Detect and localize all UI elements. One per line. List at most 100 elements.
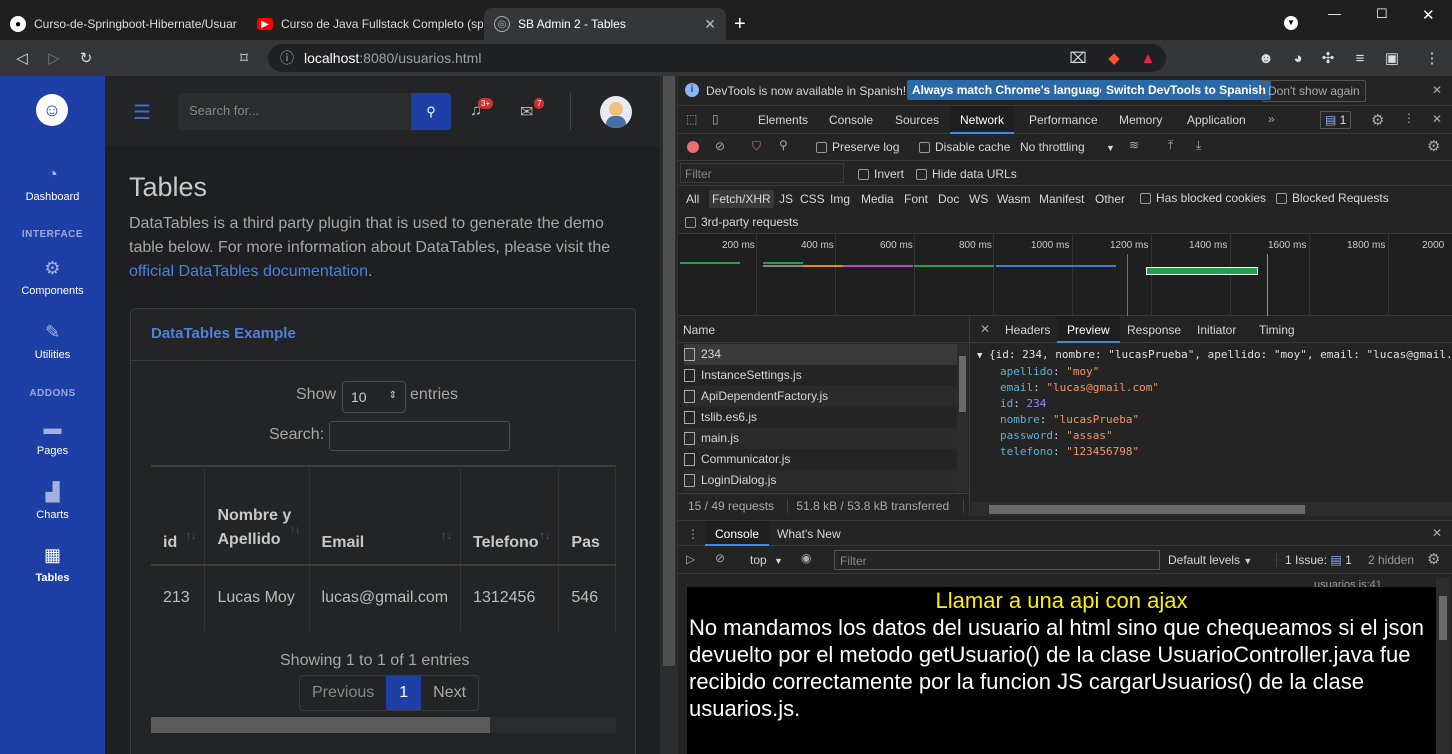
puzzle-icon[interactable]: ✣ [1316,46,1340,70]
brand-logo-icon[interactable]: ☺ [36,94,68,126]
has-blocked-cookies-checkbox[interactable]: Has blocked cookies [1140,191,1266,205]
filter-font[interactable]: Font [901,190,931,208]
request-row[interactable]: tslib.es6.js [684,407,960,428]
address-bar[interactable]: ⓘ localhost:8080/usuarios.html [268,44,1166,72]
drawer-menu-icon[interactable]: ⋮ [687,527,699,541]
always-match-language-button[interactable]: Always match Chrome's language [907,80,1112,100]
tab-timing[interactable]: Timing [1249,316,1305,343]
tab-response[interactable]: Response [1117,316,1191,343]
request-row[interactable]: LoginDialog.js [684,470,960,491]
profile-extension-icon[interactable]: ◕ [1286,46,1310,70]
scrollbar-thumb[interactable] [151,717,490,733]
default-levels-select[interactable]: Default levels ▼ [1168,553,1252,567]
browser-tab-github[interactable]: ● Curso-de-Springboot-Hibernate/Usuar [0,8,243,40]
tab-memory[interactable]: Memory [1109,106,1172,134]
preview-horizontal-scrollbar[interactable] [971,502,1452,516]
sidebar-item-utilities[interactable]: ✎ Utilities [0,322,105,361]
search-button[interactable]: ⚲ [411,93,451,130]
translate-icon[interactable]: ⌧ [1066,46,1090,70]
tab-performance[interactable]: Performance [1019,106,1108,134]
tab-application[interactable]: Application [1177,106,1256,134]
browser-tab-active[interactable]: ◎ SB Admin 2 - Tables ✕ [484,8,726,40]
network-settings-icon[interactable]: ⚙ [1427,137,1440,155]
minimize-button[interactable]: — [1328,6,1341,21]
table-search-input[interactable] [329,421,510,451]
previous-button[interactable]: Previous [300,676,386,710]
back-icon[interactable]: ◁ [10,46,34,70]
media-icon[interactable]: ≡ [1348,46,1372,70]
user-avatar[interactable] [600,96,632,128]
filter-all[interactable]: All [683,190,702,208]
inspect-element-icon[interactable]: ⬚ [686,112,697,126]
sidebar-toggle-icon[interactable]: ☰ [133,100,151,125]
tab-sources[interactable]: Sources [885,106,949,134]
more-options-icon[interactable]: ⋮ [1403,111,1415,125]
clear-icon[interactable]: ⊘ [715,139,725,153]
hide-data-urls-checkbox[interactable]: Hide data URLs [916,167,1017,181]
filter-other[interactable]: Other [1092,190,1128,208]
filter-js[interactable]: JS [776,190,796,208]
issues-counter[interactable]: ▤ 1 [1320,111,1352,129]
sidebar-item-charts[interactable]: ▟ Charts [0,482,105,521]
column-header-telefono[interactable]: Telefono ↑↓ [460,467,560,566]
request-row[interactable]: Communicator.js [684,449,960,470]
next-button[interactable]: Next [421,676,478,710]
maximize-button[interactable]: ☐ [1376,6,1388,22]
import-har-icon[interactable]: ⤒ [1168,138,1173,153]
filter-media[interactable]: Media [858,190,897,208]
request-row[interactable]: InstanceSettings.js [684,365,960,386]
datatables-docs-link[interactable]: official DataTables documentation [129,263,368,280]
filter-wasm[interactable]: Wasm [994,190,1034,208]
record-icon[interactable] [687,141,699,153]
clear-console-icon[interactable]: ⊘ [715,551,725,565]
search-icon[interactable]: ⚲ [779,138,788,152]
tab-network[interactable]: Network [950,106,1015,134]
request-row[interactable]: 234 [684,344,960,365]
filter-manifest[interactable]: Manifest [1036,190,1087,208]
filter-doc[interactable]: Doc [935,190,962,208]
entries-length-select[interactable]: 10 ⇕ [342,381,406,413]
blocked-requests-checkbox[interactable]: Blocked Requests [1276,191,1389,205]
network-conditions-icon[interactable]: ≋ [1129,138,1139,152]
context-select[interactable]: top ▼ [750,553,783,567]
close-drawer-icon[interactable]: ✕ [1432,526,1442,540]
extension-icon[interactable]: ☻ [1254,46,1278,70]
topbar-search-input[interactable]: Search for... [178,93,411,130]
filter-fetch-xhr[interactable]: Fetch/XHR [709,190,774,208]
request-row[interactable]: main.js [684,428,960,449]
tab-search-icon[interactable]: ▼ [1284,16,1298,30]
column-header-id[interactable]: id ↑↓ [151,467,206,566]
messages-envelope-icon[interactable]: ✉ 7 [520,98,545,122]
console-settings-icon[interactable]: ⚙ [1427,550,1440,568]
network-timeline[interactable]: 200 ms 400 ms 600 ms 800 ms 1000 ms 1200… [678,234,1452,316]
filter-img[interactable]: Img [827,190,853,208]
request-list-scrollbar[interactable] [957,344,968,492]
console-scrollbar[interactable] [1436,578,1450,754]
column-header-email[interactable]: Email ↑↓ [309,467,462,566]
dont-show-again-button[interactable]: Don't show again [1262,80,1366,102]
sidebar-item-dashboard[interactable]: ◔ Dashboard [0,164,105,203]
name-column-header[interactable]: Name [678,316,970,343]
close-devtools-icon[interactable]: ✕ [1432,112,1442,126]
third-party-requests-checkbox[interactable]: 3rd-party requests [685,215,798,229]
json-summary[interactable]: ▼ {id: 234, nombre: "lucasPrueba", apell… [977,348,1452,361]
column-header-name[interactable]: Nombre y Apellido ↑↓ [204,467,310,566]
drawer-tab-whats-new[interactable]: What's New [767,521,851,546]
column-header-password[interactable]: Pas [558,467,616,566]
filter-funnel-icon[interactable]: ⛉ [752,139,761,154]
tab-elements[interactable]: Elements [748,106,818,134]
disable-cache-checkbox[interactable]: Disable cache [919,140,1010,154]
device-toolbar-icon[interactable]: ▯ [712,112,719,126]
tab-console[interactable]: Console [819,106,883,134]
console-filter-input[interactable]: Filter [834,550,1160,570]
network-filter-input[interactable]: Filter [680,163,844,183]
close-tab-icon[interactable]: ✕ [704,16,716,33]
close-notice-icon[interactable]: ✕ [1432,83,1442,97]
table-horizontal-scrollbar[interactable] [151,717,616,733]
console-issues-button[interactable]: 1 Issue: ▤ 1 [1276,553,1352,567]
live-expression-eye-icon[interactable]: ◉ [801,551,811,565]
close-detail-icon[interactable]: ✕ [980,322,990,336]
more-tabs-icon[interactable]: » [1268,112,1275,126]
tab-preview[interactable]: Preview [1057,316,1120,343]
reload-icon[interactable]: ↻ [74,46,98,70]
